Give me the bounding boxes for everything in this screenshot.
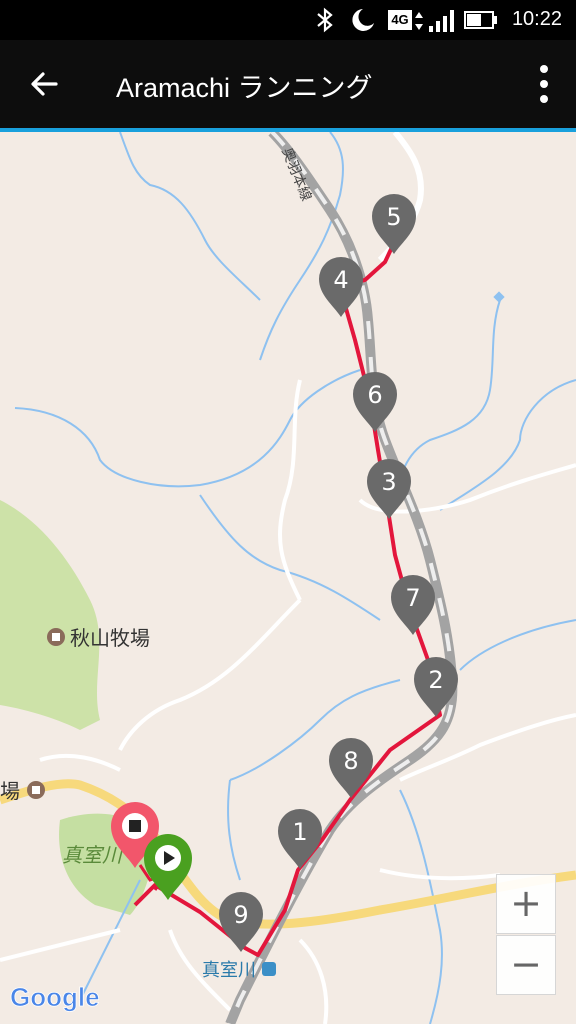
google-attribution: Google — [10, 982, 100, 1012]
area-label: 真室川 — [62, 843, 124, 867]
km-marker-label: 1 — [292, 818, 307, 846]
bluetooth-icon — [317, 7, 333, 33]
km-marker-label: 8 — [343, 747, 358, 775]
km-marker-label: 7 — [405, 584, 420, 612]
km-marker-label: 4 — [333, 266, 348, 294]
page-title: Aramachi ランニング — [116, 73, 373, 103]
zoom-out-button[interactable]: − — [496, 935, 556, 995]
more-vert-icon[interactable] — [538, 64, 550, 104]
km-marker-label: 5 — [386, 203, 401, 231]
app-bar: Aramachi ランニング — [0, 40, 576, 132]
map-view[interactable]: 奥羽本線 秋山牧場 場 真室川 真室川 5 4 6 3 7 2 8 1 9 Go… — [0, 132, 576, 1024]
ranch-label: 秋山牧場 — [70, 626, 150, 650]
km-marker-label: 3 — [381, 468, 396, 496]
km-marker-label: 6 — [367, 381, 382, 409]
signal-icon — [429, 10, 454, 32]
km-marker-label: 2 — [428, 666, 443, 694]
station-icon — [262, 962, 276, 976]
battery-icon — [464, 11, 497, 29]
stop-icon — [129, 820, 141, 832]
back-arrow-icon[interactable] — [22, 62, 66, 106]
ranch-label-cut: 場 — [0, 779, 20, 803]
station-label: 真室川 — [202, 960, 256, 981]
km-marker-label: 9 — [233, 901, 248, 929]
zoom-in-button[interactable]: + — [496, 874, 556, 934]
status-time: 10:22 — [511, 8, 562, 30]
network-4g-icon: 4G — [388, 10, 412, 30]
signal-arrows-icon — [415, 12, 423, 30]
status-bar: 4G 10:22 — [0, 0, 576, 40]
moon-icon — [352, 9, 374, 31]
